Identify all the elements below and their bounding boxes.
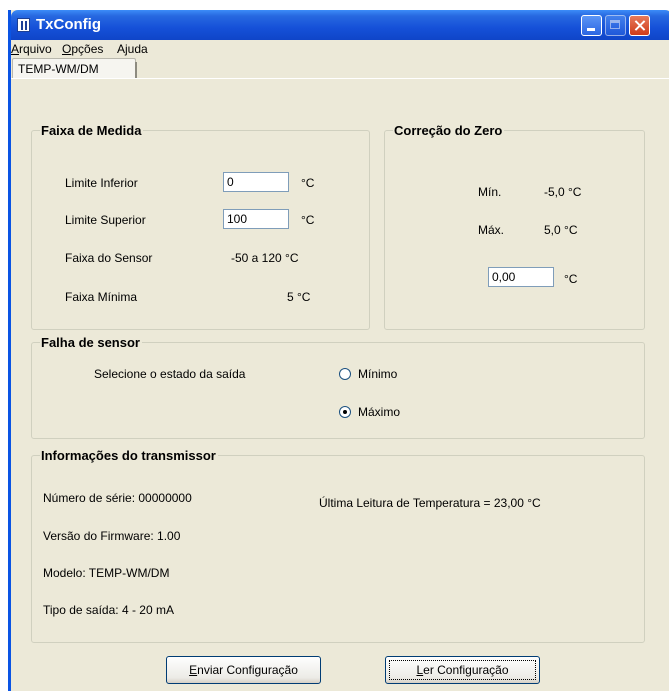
window-title: TxConfig — [36, 16, 101, 33]
limite-superior-label: Limite Superior — [65, 213, 146, 227]
zero-max-label: Máx. — [478, 223, 505, 237]
minimize-button[interactable] — [581, 15, 602, 36]
info-transmissor-title: Informações do transmissor — [40, 448, 218, 463]
close-button[interactable] — [629, 15, 650, 36]
menu-bar: Arquivo Opções Ajuda — [11, 40, 669, 58]
falha-sensor-title: Falha de sensor — [40, 335, 142, 350]
limite-inferior-label: Limite Inferior — [65, 176, 138, 190]
title-bar[interactable]: TxConfig — [11, 10, 669, 40]
tab-panel: Faixa de Medida Limite Inferior °C Limit… — [11, 78, 669, 643]
tab-temp-wm-dm[interactable]: TEMP-WM/DM — [12, 58, 136, 79]
radio-minimo[interactable] — [339, 368, 351, 380]
menu-opcoes[interactable]: Opções — [62, 42, 103, 56]
limite-superior-unit: °C — [301, 213, 315, 227]
zero-min-value: -5,0 °C — [544, 185, 582, 199]
zero-max-value: 5,0 °C — [544, 223, 578, 237]
limite-inferior-unit: °C — [301, 176, 315, 190]
limite-superior-input[interactable] — [223, 209, 289, 229]
menu-ajuda[interactable]: Ajuda — [117, 42, 148, 56]
falha-sensor-group: Falha de sensor Selecione o estado da sa… — [31, 335, 645, 439]
zero-min-label: Mín. — [478, 185, 502, 199]
faixa-sensor-label: Faixa do Sensor — [65, 251, 153, 265]
zero-correction-unit: °C — [564, 272, 578, 286]
faixa-minima-label: Faixa Mínima — [65, 290, 138, 304]
tab-divider — [135, 62, 137, 79]
saida-prompt: Selecione o estado da saída — [94, 367, 246, 381]
firmware-version: Versão do Firmware: 1.00 — [43, 529, 181, 543]
faixa-de-medida-group: Faixa de Medida Limite Inferior °C Limit… — [31, 123, 370, 330]
zero-correction-input[interactable] — [488, 267, 554, 287]
faixa-de-medida-title: Faixa de Medida — [40, 123, 144, 138]
enviar-configuracao-button[interactable]: Enviar Configuração — [166, 656, 321, 684]
radio-maximo-label[interactable]: Máximo — [358, 405, 400, 419]
radio-minimo-label[interactable]: Mínimo — [358, 367, 397, 381]
correcao-zero-title: Correção do Zero — [393, 123, 505, 138]
output-type: Tipo de saída: 4 - 20 mA — [43, 603, 174, 617]
faixa-sensor-value: -50 a 120 °C — [231, 251, 299, 265]
last-temperature-reading: Última Leitura de Temperatura = 23,00 °C — [319, 496, 541, 510]
info-transmissor-group: Informações do transmissor Número de sér… — [31, 448, 645, 643]
serial-number: Número de série: 00000000 — [43, 491, 192, 505]
app-icon[interactable] — [17, 18, 30, 32]
correcao-zero-group: Correção do Zero Mín. -5,0 °C Máx. 5,0 °… — [384, 123, 645, 330]
tab-label: TEMP-WM/DM — [18, 62, 99, 76]
model: Modelo: TEMP-WM/DM — [43, 566, 170, 580]
faixa-minima-value: 5 °C — [287, 290, 311, 304]
app-window: TxConfig Arquivo Opções Ajuda TEMP-WM/DM… — [8, 10, 669, 691]
maximize-button[interactable] — [605, 15, 626, 36]
menu-arquivo[interactable]: Arquivo — [11, 42, 52, 56]
limite-inferior-input[interactable] — [223, 172, 289, 192]
radio-maximo[interactable] — [339, 406, 351, 418]
ler-configuracao-button[interactable]: Ler Configuração — [385, 656, 540, 684]
